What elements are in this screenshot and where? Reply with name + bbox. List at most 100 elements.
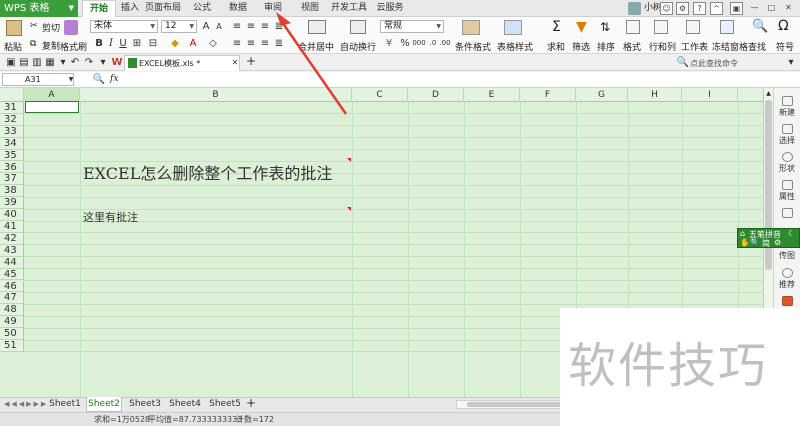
format-button[interactable]: 格式	[623, 40, 641, 53]
row-header[interactable]: 51	[0, 340, 24, 352]
side-shape-button[interactable]: 形状	[775, 152, 799, 174]
sheet-tab-1[interactable]: Sheet1	[46, 397, 84, 412]
row-header[interactable]: 40	[0, 209, 24, 221]
table-style-icon[interactable]	[504, 20, 522, 35]
tab-formula[interactable]: 公式	[188, 0, 216, 17]
font-color-icon[interactable]: A	[186, 37, 200, 50]
align-top-icon[interactable]: ≡	[230, 20, 244, 33]
format-icon[interactable]	[626, 20, 640, 34]
sheet-tab-3[interactable]: Sheet3	[126, 397, 164, 412]
freeze-panes-icon[interactable]	[720, 20, 734, 34]
add-sheet-icon[interactable]: +	[244, 396, 258, 411]
side-recommend-button[interactable]: 推荐	[775, 268, 799, 290]
comma-style-icon[interactable]: 000	[412, 37, 426, 50]
cell-b35[interactable]: EXCEL怎么删除整个工作表的批注	[83, 160, 332, 184]
wrap-text-button[interactable]: 自动换行	[340, 40, 376, 53]
conditional-format-button[interactable]: 条件格式	[455, 40, 491, 53]
sheet-nav-icons[interactable]: ◀◀◀▶▶▶	[4, 400, 48, 408]
scroll-up-icon[interactable]: ▲	[765, 90, 772, 97]
conditional-format-icon[interactable]	[462, 20, 480, 35]
zoom-icon[interactable]: 🔍	[92, 73, 106, 86]
column-header-c[interactable]: C	[352, 88, 408, 102]
align-center-icon[interactable]: ≡	[244, 37, 258, 50]
number-format-select[interactable]: 常规 ▼	[380, 20, 444, 33]
ime-mode[interactable]: 简	[762, 238, 770, 249]
tab-home[interactable]: 开始	[82, 0, 116, 17]
cut-icon[interactable]: ✂	[30, 21, 38, 31]
worksheet-button[interactable]: 工作表	[681, 40, 708, 53]
row-header[interactable]: 33	[0, 125, 24, 138]
column-header-d[interactable]: D	[408, 88, 464, 102]
cut-button[interactable]: 剪切	[42, 21, 60, 34]
column-header-f[interactable]: F	[520, 88, 576, 102]
avatar[interactable]	[628, 2, 641, 15]
close-tab-icon[interactable]: ✕	[228, 56, 242, 69]
search-icon[interactable]: 🔍	[676, 56, 690, 69]
symbol-button[interactable]: 符号	[776, 40, 794, 53]
tab-developer[interactable]: 开发工具	[328, 0, 370, 17]
rows-cols-icon[interactable]	[654, 20, 668, 34]
ime-moon-icon[interactable]: ☾	[788, 229, 795, 238]
app-menu-button[interactable]: WPS 表格 ▼	[0, 0, 78, 17]
command-search-input[interactable]: 点此查找命令	[690, 58, 738, 69]
side-gift-button[interactable]	[775, 296, 799, 307]
font-shrink-icon[interactable]: A	[212, 20, 226, 33]
sheet-tab-2[interactable]: Sheet2	[86, 397, 122, 412]
row-header[interactable]: 34	[0, 137, 24, 150]
row-header[interactable]: 43	[0, 244, 24, 257]
symbol-icon[interactable]: Ω	[778, 18, 789, 34]
align-middle-icon[interactable]: ≡	[244, 20, 258, 33]
format-painter-button[interactable]: 格式刷	[60, 40, 87, 53]
copy-icon[interactable]: ⧉	[30, 39, 36, 49]
row-header[interactable]: 48	[0, 304, 24, 317]
formula-input[interactable]	[130, 73, 800, 86]
skin-icon[interactable]: ☺	[660, 2, 673, 15]
help-icon[interactable]: ?	[693, 2, 706, 15]
rows-cols-button[interactable]: 行和列	[649, 40, 676, 53]
row-header[interactable]: 37	[0, 173, 24, 186]
save-icon[interactable]: ▣	[4, 56, 18, 69]
window-restore-icon[interactable]: ▣	[730, 2, 743, 15]
align-right-icon[interactable]: ≡	[258, 37, 272, 50]
ribbon-collapse-icon[interactable]: ^	[710, 2, 723, 15]
active-cell[interactable]	[25, 101, 79, 113]
tab-insert[interactable]: 插入	[116, 0, 144, 17]
sort-button[interactable]: 排序	[597, 40, 615, 53]
chevron-down-icon[interactable]: ▾	[784, 56, 798, 69]
side-upload-image-button[interactable]: 传图	[775, 250, 799, 261]
row-header[interactable]: 36	[0, 161, 24, 174]
redo-icon[interactable]: ↷	[82, 56, 96, 69]
cell-b38[interactable]: 这里有批注	[83, 209, 138, 225]
column-header-b[interactable]: B	[80, 88, 352, 102]
align-left-icon[interactable]: ≡	[230, 37, 244, 50]
row-header[interactable]: 31	[0, 102, 24, 114]
find-icon[interactable]: 🔍	[752, 19, 768, 34]
undo-icon[interactable]: ↶	[68, 56, 82, 69]
column-header-g[interactable]: G	[576, 88, 628, 102]
comment-indicator[interactable]	[347, 207, 351, 211]
filter-button[interactable]: 筛选	[572, 40, 590, 53]
comment-indicator[interactable]	[347, 158, 351, 162]
font-family-select[interactable]: 宋体 ▼	[90, 20, 158, 33]
align-bottom-icon[interactable]: ≡	[258, 20, 272, 33]
worksheet-icon[interactable]	[686, 20, 700, 34]
filter-icon[interactable]: ▼	[576, 19, 587, 35]
side-properties-button[interactable]: 属性	[775, 180, 799, 202]
copy-button[interactable]: 复制	[42, 39, 60, 52]
row-header[interactable]: 38	[0, 185, 24, 198]
fx-icon[interactable]: fx	[110, 74, 118, 84]
row-header[interactable]: 49	[0, 316, 24, 329]
font-size-select[interactable]: 12 ▼	[161, 20, 197, 33]
side-tools-button[interactable]	[775, 208, 799, 219]
sum-button[interactable]: 求和	[547, 40, 565, 53]
column-header-e[interactable]: E	[464, 88, 520, 102]
maximize-icon[interactable]: □	[765, 2, 778, 15]
side-new-button[interactable]: 新建	[775, 96, 799, 118]
document-tab[interactable]: EXCEL模板.xls *	[124, 55, 240, 71]
percent-icon[interactable]: %	[398, 37, 412, 50]
find-button[interactable]: 查找	[748, 40, 766, 53]
paste-icon[interactable]	[6, 20, 22, 36]
ime-settings-icon[interactable]: ⚙	[774, 238, 781, 247]
print-preview-icon[interactable]: ▦	[43, 56, 57, 69]
open-icon[interactable]: ▤	[17, 56, 31, 69]
